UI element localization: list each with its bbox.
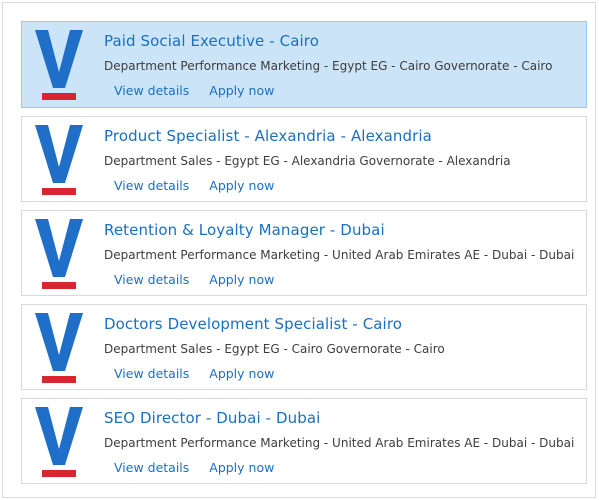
job-meta: Department Performance Marketing - Egypt… — [104, 59, 553, 73]
apply-now-link[interactable]: Apply now — [209, 366, 274, 381]
apply-now-link[interactable]: Apply now — [209, 272, 274, 287]
job-title[interactable]: SEO Director - Dubai - Dubai — [104, 409, 320, 427]
job-title[interactable]: Retention & Loyalty Manager - Dubai — [104, 221, 385, 239]
job-card[interactable]: Product Specialist - Alexandria - Alexan… — [21, 116, 587, 202]
job-actions: View details Apply now — [114, 460, 290, 475]
job-actions: View details Apply now — [114, 178, 290, 193]
job-meta: Department Performance Marketing - Unite… — [104, 436, 575, 450]
job-actions: View details Apply now — [114, 366, 290, 381]
v-letter-logo-icon — [35, 30, 83, 100]
apply-now-link[interactable]: Apply now — [209, 460, 274, 475]
job-card[interactable]: Paid Social Executive - Cairo Department… — [21, 21, 587, 108]
job-meta: Department Sales - Egypt EG - Alexandria… — [104, 154, 511, 168]
view-details-link[interactable]: View details — [114, 83, 189, 98]
view-details-link[interactable]: View details — [114, 178, 189, 193]
job-title[interactable]: Paid Social Executive - Cairo — [104, 32, 319, 50]
job-card[interactable]: Doctors Development Specialist - Cairo D… — [21, 304, 587, 390]
apply-now-link[interactable]: Apply now — [209, 178, 274, 193]
apply-now-link[interactable]: Apply now — [209, 83, 274, 98]
v-letter-logo-icon — [35, 125, 83, 195]
job-card[interactable]: Retention & Loyalty Manager - Dubai Depa… — [21, 210, 587, 296]
job-card[interactable]: SEO Director - Dubai - Dubai Department … — [21, 398, 587, 484]
view-details-link[interactable]: View details — [114, 366, 189, 381]
v-letter-logo-icon — [35, 219, 83, 289]
job-list-panel: Paid Social Executive - Cairo Department… — [2, 2, 596, 498]
job-title[interactable]: Product Specialist - Alexandria - Alexan… — [104, 127, 432, 145]
job-meta: Department Performance Marketing - Unite… — [104, 248, 575, 262]
v-letter-logo-icon — [35, 313, 83, 383]
job-title[interactable]: Doctors Development Specialist - Cairo — [104, 315, 402, 333]
v-letter-logo-icon — [35, 407, 83, 477]
job-actions: View details Apply now — [114, 272, 290, 287]
job-list: Paid Social Executive - Cairo Department… — [21, 21, 587, 492]
view-details-link[interactable]: View details — [114, 272, 189, 287]
view-details-link[interactable]: View details — [114, 460, 189, 475]
job-meta: Department Sales - Egypt EG - Cairo Gove… — [104, 342, 445, 356]
job-actions: View details Apply now — [114, 83, 290, 98]
